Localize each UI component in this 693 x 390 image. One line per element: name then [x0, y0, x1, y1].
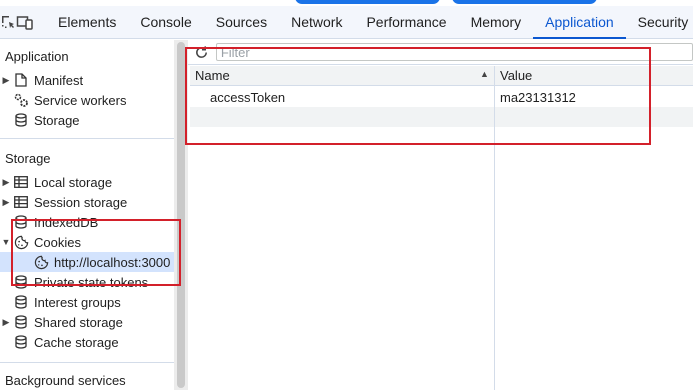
sidebar-item-cookie-origin[interactable]: http://localhost:3000: [0, 252, 174, 272]
sidebar-item-interest-groups[interactable]: Interest groups: [0, 292, 174, 312]
section-title-application: Application: [5, 49, 69, 64]
sidebar-item-session-storage[interactable]: ▶ Session storage: [0, 192, 174, 212]
application-sidebar: Application ▶ Manifest Service workers S…: [0, 40, 174, 390]
sidebar-item-label: Interest groups: [34, 294, 121, 310]
tab-security[interactable]: Security: [626, 6, 693, 38]
database-icon: [12, 294, 30, 310]
tab-memory[interactable]: Memory: [459, 6, 534, 38]
tab-performance[interactable]: Performance: [354, 6, 458, 38]
inspect-element-icon[interactable]: [0, 6, 16, 38]
sidebar-item-label: Private state tokens: [34, 274, 149, 290]
expand-arrow-icon[interactable]: ▶: [0, 177, 12, 188]
expand-arrow-icon[interactable]: ▶: [0, 317, 12, 328]
sidebar-item-indexeddb[interactable]: IndexedDB: [0, 212, 174, 232]
gears-icon: [12, 92, 30, 108]
devtools-tabbar: Elements Console Sources Network Perform…: [0, 6, 693, 39]
sidebar-item-shared-storage[interactable]: ▶ Shared storage: [0, 312, 174, 332]
cookies-pane: Name ▲ Value accessToken ma23131312: [188, 40, 693, 390]
column-header-name[interactable]: Name: [195, 68, 230, 83]
section-title-storage: Storage: [5, 151, 51, 166]
sidebar-item-cookies[interactable]: ▼ Cookies: [0, 232, 174, 252]
cookie-icon: [12, 234, 30, 250]
sidebar-item-label: Manifest: [34, 72, 84, 88]
section-divider: [0, 138, 174, 139]
sidebar-item-cache-storage[interactable]: Cache storage: [0, 332, 174, 352]
top-pill-button[interactable]: [295, 0, 440, 4]
sidebar-item-label: IndexedDB: [34, 214, 99, 230]
filter-input[interactable]: [215, 43, 693, 61]
table-row-empty[interactable]: [190, 107, 693, 127]
sidebar-item-label: Cache storage: [34, 334, 119, 350]
sort-ascending-icon[interactable]: ▲: [480, 69, 489, 79]
sidebar-item-label: http://localhost:3000: [54, 254, 171, 270]
database-icon: [12, 214, 30, 230]
sidebar-item-service-workers[interactable]: Service workers: [0, 90, 174, 110]
tab-elements[interactable]: Elements: [46, 6, 128, 38]
database-icon: [12, 274, 30, 290]
table-icon: [12, 194, 30, 210]
sidebar-item-manifest[interactable]: ▶ Manifest: [0, 70, 174, 90]
database-icon: [12, 112, 30, 128]
expand-arrow-icon[interactable]: ▶: [0, 75, 12, 86]
cookie-icon: [32, 254, 50, 270]
sidebar-item-label: Cookies: [34, 234, 81, 250]
tab-console[interactable]: Console: [128, 6, 203, 38]
refresh-icon[interactable]: [188, 45, 216, 60]
sidebar-item-storage[interactable]: Storage: [0, 110, 174, 130]
device-toolbar-icon[interactable]: [16, 6, 34, 38]
sidebar-item-label: Local storage: [34, 174, 113, 190]
top-pill-button[interactable]: [452, 0, 597, 4]
database-icon: [12, 314, 30, 330]
column-header-value[interactable]: Value: [500, 68, 532, 83]
section-divider: [0, 362, 174, 363]
table-row[interactable]: accessToken ma23131312: [190, 87, 693, 107]
sidebar-item-label: Storage: [34, 112, 80, 128]
cookie-name-cell: accessToken: [210, 90, 286, 105]
sidebar-item-local-storage[interactable]: ▶ Local storage: [0, 172, 174, 192]
sidebar-item-private-state-tokens[interactable]: Private state tokens: [0, 272, 174, 292]
table-header: Name ▲ Value: [190, 66, 693, 86]
expand-arrow-icon[interactable]: ▶: [0, 197, 12, 208]
cookie-value-cell: ma23131312: [500, 90, 576, 105]
sidebar-item-label: Session storage: [34, 194, 128, 210]
column-divider[interactable]: [494, 66, 495, 390]
sidebar-scrollbar[interactable]: [174, 40, 188, 390]
sidebar-item-label: Service workers: [34, 92, 127, 108]
scrollbar-thumb[interactable]: [177, 42, 185, 388]
tab-sources[interactable]: Sources: [204, 6, 279, 38]
cookies-toolbar: [188, 40, 693, 65]
section-title-background-services: Background services: [5, 373, 126, 388]
database-icon: [12, 334, 30, 350]
tab-application[interactable]: Application: [533, 6, 626, 39]
sidebar-item-label: Shared storage: [34, 314, 123, 330]
collapse-arrow-icon[interactable]: ▼: [0, 237, 12, 247]
tab-network[interactable]: Network: [279, 6, 354, 38]
table-icon: [12, 174, 30, 190]
file-icon: [12, 72, 30, 88]
